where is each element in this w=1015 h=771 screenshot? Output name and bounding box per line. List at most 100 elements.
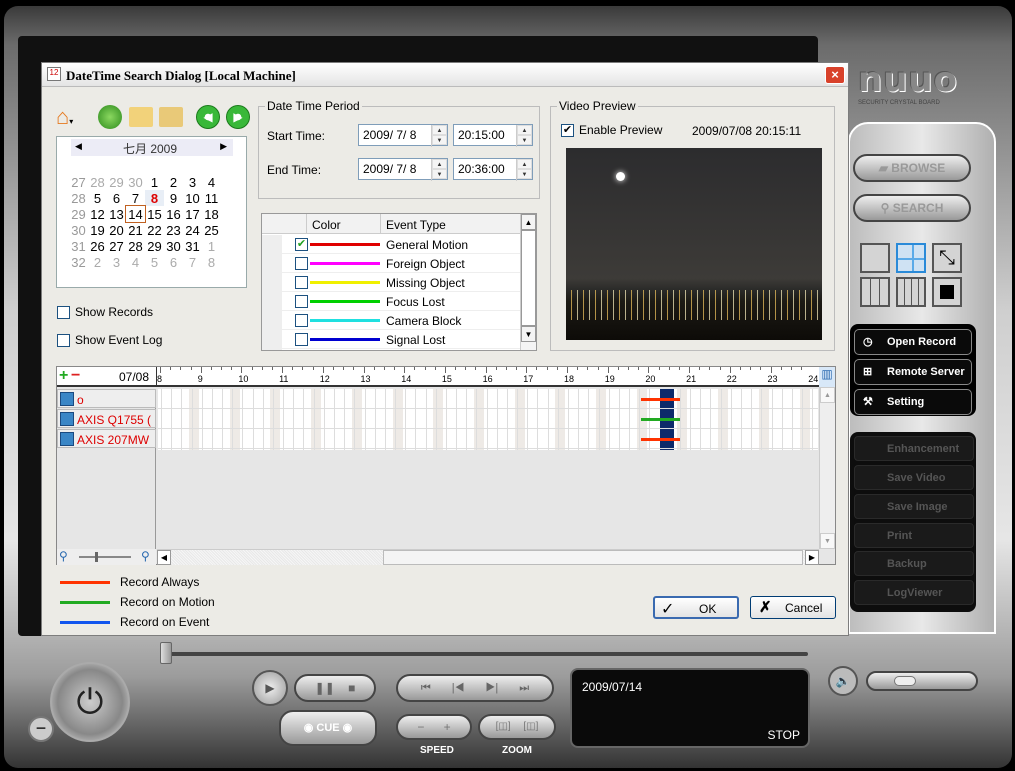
start-date-field[interactable]: 2009/ 7/ 8 ▲ ▼ xyxy=(358,124,448,147)
layout-2x2-button[interactable] xyxy=(896,243,926,273)
calendar-day[interactable]: 12 xyxy=(88,206,107,222)
event-checkbox[interactable] xyxy=(295,276,308,289)
calendar-day[interactable]: 9 xyxy=(164,190,183,206)
scroll-down-button[interactable]: ▼ xyxy=(521,326,536,342)
calendar-day[interactable]: 29 xyxy=(107,174,126,190)
volume-slider[interactable] xyxy=(866,671,978,691)
calendar-day[interactable]: 13 xyxy=(107,206,126,222)
backup-button[interactable]: Backup xyxy=(854,551,974,576)
hscroll-right-button[interactable]: ▶ xyxy=(805,550,819,565)
layout-pip-button[interactable] xyxy=(932,277,962,307)
calendar-day[interactable]: 19 xyxy=(88,222,107,238)
event-checkbox[interactable] xyxy=(295,314,308,327)
calendar-day[interactable]: 25 xyxy=(202,222,221,238)
next-button[interactable]: ▶ xyxy=(226,105,250,129)
vscroll-up-button[interactable]: ▲ xyxy=(820,387,835,403)
speed-down-button[interactable]: − xyxy=(417,720,424,734)
end-time-field[interactable]: 20:36:00 ▲ ▼ xyxy=(453,158,533,181)
calendar-day[interactable]: 8 xyxy=(145,190,164,206)
close-button[interactable]: × xyxy=(825,66,845,84)
scroll-thumb[interactable] xyxy=(521,230,536,326)
end-date-spinner[interactable]: ▲ ▼ xyxy=(431,159,447,181)
next-month-button[interactable]: ▶ xyxy=(220,141,227,152)
remote-server-button[interactable]: ⊞ Remote Server xyxy=(854,359,972,385)
zoom-in-button[interactable]: [◫] xyxy=(523,721,538,732)
calendar-day[interactable]: 29 xyxy=(145,238,164,254)
hscroll-thumb[interactable] xyxy=(383,550,803,565)
timeline-columns-icon[interactable]: ▥ xyxy=(819,367,835,387)
event-checkbox[interactable] xyxy=(295,257,308,270)
timeline-vscroll[interactable]: ▲ ▼ xyxy=(819,387,835,549)
calendar-day[interactable]: 6 xyxy=(107,190,126,206)
seek-handle[interactable] xyxy=(160,642,172,664)
previous-button[interactable]: ◀ xyxy=(196,105,220,129)
calendar-day[interactable]: 21 xyxy=(126,222,145,238)
fullscreen-button[interactable]: ⤡ xyxy=(932,243,962,273)
calendar-day[interactable]: 6 xyxy=(164,254,183,270)
logviewer-button[interactable]: LogViewer xyxy=(854,580,974,605)
first-button[interactable]: ⏮ xyxy=(421,682,431,694)
record-bar[interactable] xyxy=(641,398,680,401)
calendar-day[interactable]: 20 xyxy=(107,222,126,238)
start-time-spinner[interactable]: ▲ ▼ xyxy=(516,125,532,147)
calendar-day[interactable]: 4 xyxy=(202,174,221,190)
timeline-hscroll[interactable]: ◀ ▶ xyxy=(157,549,819,565)
calendar-day[interactable]: 28 xyxy=(126,238,145,254)
calendar-day[interactable]: 18 xyxy=(202,206,221,222)
calendar-day[interactable]: 4 xyxy=(126,254,145,270)
stop-button[interactable]: ■ xyxy=(348,681,355,695)
calendar-day[interactable]: 31 xyxy=(183,238,202,254)
end-time-spinner[interactable]: ▲ ▼ xyxy=(516,159,532,181)
start-date-spinner[interactable]: ▲ ▼ xyxy=(431,125,447,147)
calendar-day[interactable]: 8 xyxy=(202,254,221,270)
calendar-day[interactable]: 1 xyxy=(145,174,164,190)
calendar-day[interactable]: 3 xyxy=(107,254,126,270)
calendar-day[interactable]: 7 xyxy=(126,190,145,206)
calendar-day[interactable]: 30 xyxy=(126,174,145,190)
setting-button[interactable]: ⚒ Setting xyxy=(854,389,972,415)
calendar-day[interactable]: 17 xyxy=(183,206,202,222)
calendar-day[interactable]: 23 xyxy=(164,222,183,238)
open-record-button[interactable]: ◷ Open Record xyxy=(854,329,972,355)
record-bar[interactable] xyxy=(641,418,680,421)
add-icon[interactable]: + xyxy=(59,367,68,385)
minimize-button[interactable]: − xyxy=(28,716,54,742)
calendar-day[interactable]: 30 xyxy=(164,238,183,254)
folder-search-all-button[interactable] xyxy=(159,107,183,127)
zoom-in-icon[interactable]: ⚲ xyxy=(141,549,150,563)
calendar-day[interactable]: 10 xyxy=(183,190,202,206)
start-time-field[interactable]: 20:15:00 ▲ ▼ xyxy=(453,124,533,147)
timeline-zoom-slider[interactable] xyxy=(79,556,131,558)
calendar-day[interactable]: 24 xyxy=(183,222,202,238)
hscroll-left-button[interactable]: ◀ xyxy=(157,550,171,565)
show-event-log-checkbox[interactable] xyxy=(57,334,70,347)
zoom-out-icon[interactable]: ⚲ xyxy=(59,549,68,563)
pause-button[interactable]: ❚❚ xyxy=(315,681,335,695)
cue-next-button[interactable]: ◉ xyxy=(343,722,353,734)
calendar-day[interactable]: 28 xyxy=(88,174,107,190)
enhancement-button[interactable]: Enhancement xyxy=(854,436,974,461)
calendar-day[interactable]: 22 xyxy=(145,222,164,238)
timeline-grid[interactable] xyxy=(158,389,818,450)
volume-handle[interactable] xyxy=(894,676,916,686)
next-frame-button[interactable]: ▶| xyxy=(486,682,499,694)
layout-4x4-button[interactable] xyxy=(896,277,926,307)
print-button[interactable]: Print xyxy=(854,523,974,548)
prev-month-button[interactable]: ◀ xyxy=(75,141,82,152)
cue-control[interactable]: ◉ CUE ◉ xyxy=(279,710,377,746)
calendar-day[interactable]: 1 xyxy=(202,238,221,254)
calendar-day[interactable]: 5 xyxy=(145,254,164,270)
prev-frame-button[interactable]: |◀ xyxy=(452,682,465,694)
calendar-day[interactable]: 11 xyxy=(202,190,221,206)
event-checkbox[interactable] xyxy=(295,295,308,308)
last-button[interactable]: ⏭ xyxy=(519,682,529,694)
calendar-day[interactable]: 2 xyxy=(164,174,183,190)
speaker-icon[interactable]: 🔈 xyxy=(828,666,858,696)
calendar-day[interactable]: 26 xyxy=(88,238,107,254)
scroll-up-button[interactable]: ▲ xyxy=(521,214,536,230)
event-list-scrollbar[interactable]: ▲ ▼ xyxy=(520,214,536,350)
remove-icon[interactable]: − xyxy=(71,367,80,385)
calendar-day[interactable]: 2 xyxy=(88,254,107,270)
end-date-field[interactable]: 2009/ 7/ 8 ▲ ▼ xyxy=(358,158,448,181)
browse-button[interactable]: ▰ BROWSE xyxy=(853,154,971,182)
